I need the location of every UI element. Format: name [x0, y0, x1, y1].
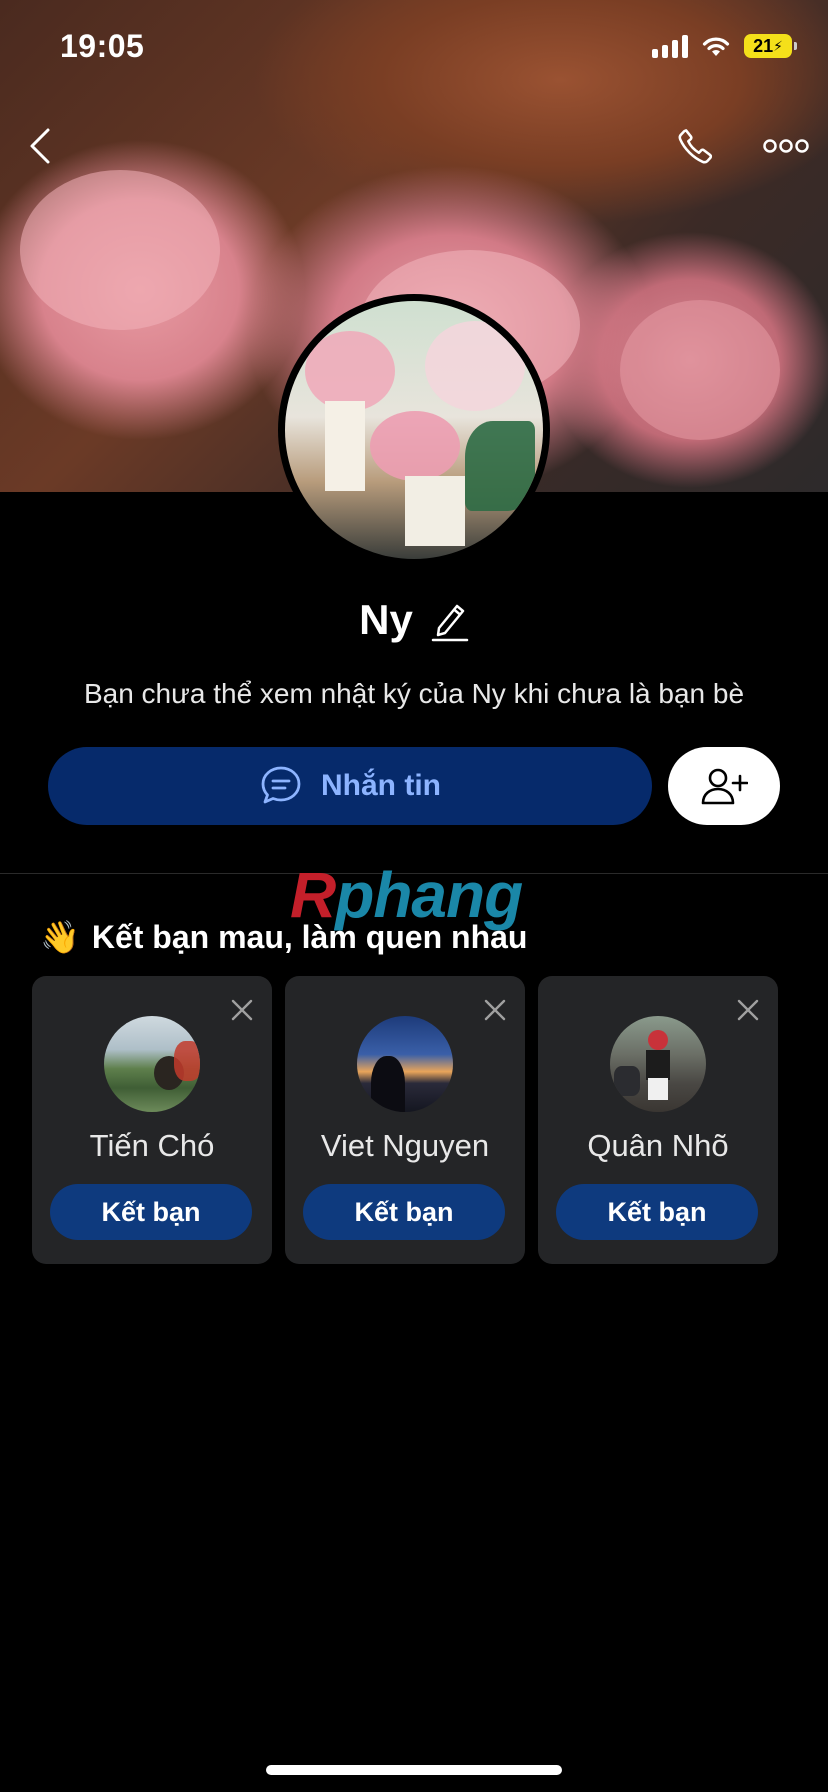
- close-icon[interactable]: [481, 996, 509, 1024]
- suggestion-cards: Tiến Chó Kết bạn Viet Nguyen Kết bạn Quâ…: [32, 976, 778, 1264]
- signal-icon: [652, 34, 688, 58]
- close-icon[interactable]: [734, 996, 762, 1024]
- back-button[interactable]: [12, 118, 68, 174]
- add-friend-button[interactable]: Kết bạn: [50, 1184, 252, 1240]
- suggestion-card: Viet Nguyen Kết bạn: [285, 976, 525, 1264]
- more-button[interactable]: [756, 118, 816, 174]
- suggestion-name: Quân Nhõ: [587, 1128, 729, 1163]
- battery-icon: 21 ⚡: [744, 34, 797, 58]
- edit-icon[interactable]: [429, 598, 469, 642]
- avatar[interactable]: [357, 1016, 453, 1112]
- avatar[interactable]: [610, 1016, 706, 1112]
- suggestions-title: 👋 Kết bạn mau, làm quen nhau: [40, 918, 527, 956]
- suggestions-title-text: Kết bạn mau, làm quen nhau: [91, 918, 528, 955]
- message-button[interactable]: Nhắn tin: [48, 747, 652, 825]
- wave-emoji: 👋: [40, 919, 80, 955]
- status-time: 19:05: [60, 28, 145, 64]
- status-icons: 21 ⚡: [652, 34, 797, 58]
- suggestion-name: Tiến Chó: [89, 1128, 215, 1163]
- suggestion-card: Tiến Chó Kết bạn: [32, 976, 272, 1264]
- battery-level: 21: [753, 35, 774, 56]
- add-friend-button[interactable]: Kết bạn: [556, 1184, 758, 1240]
- close-icon[interactable]: [228, 996, 256, 1024]
- call-button[interactable]: [668, 118, 724, 174]
- wifi-icon: [702, 37, 730, 56]
- phone-icon: [678, 129, 713, 164]
- add-friend-button[interactable]: Kết bạn: [303, 1184, 505, 1240]
- avatar[interactable]: [104, 1016, 200, 1112]
- suggestion-name: Viet Nguyen: [320, 1128, 490, 1163]
- profile-avatar[interactable]: [278, 294, 550, 566]
- privacy-notice: Bạn chưa thể xem nhật ký của Ny khi chưa…: [83, 678, 745, 709]
- back-icon: [30, 128, 50, 164]
- home-indicator[interactable]: [266, 1765, 562, 1775]
- suggestion-card: Quân Nhõ Kết bạn: [538, 976, 778, 1264]
- profile-name: Ny: [359, 596, 413, 643]
- chat-icon: [261, 766, 301, 804]
- message-button-label: Nhắn tin: [321, 769, 441, 802]
- add-friend-icon: [701, 768, 748, 805]
- profile-name-row: Ny: [0, 596, 828, 644]
- more-icon: [763, 139, 809, 153]
- add-friend-button[interactable]: [668, 747, 780, 825]
- avatar-image: [285, 301, 543, 559]
